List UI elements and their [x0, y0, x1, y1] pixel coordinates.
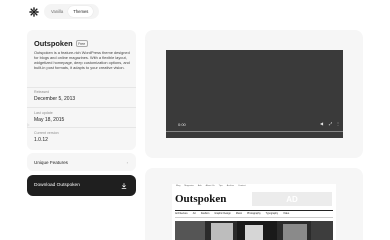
preview-photo — [175, 221, 333, 240]
preview-link: Ads — [197, 185, 202, 187]
preview-categories: Architecture Art Fashion Graphic Design … — [175, 212, 289, 215]
updated-label: Last update — [34, 111, 53, 115]
preview-category: Art — [192, 212, 196, 215]
theme-info-card: Outspoken Free Outspoken is a feature-ri… — [27, 30, 136, 150]
preview-category: Photography — [247, 212, 261, 215]
version-value: 1.0.12 — [34, 137, 48, 143]
video-scrubber[interactable] — [166, 131, 343, 132]
volume-icon[interactable]: ◀ — [320, 121, 323, 126]
preview-link: Tips — [218, 185, 223, 187]
title-row: Outspoken Free — [34, 39, 88, 48]
preview-link: Magazine — [184, 185, 194, 187]
nav-switcher: Vanilla Themes — [44, 4, 99, 19]
preview-brand: Outspoken — [175, 193, 227, 205]
theme-title: Outspoken — [34, 39, 73, 48]
download-button[interactable]: Download Outspoken — [27, 175, 136, 196]
released-value: December 5, 2013 — [34, 96, 76, 102]
free-badge: Free — [75, 40, 88, 47]
divider — [27, 87, 136, 88]
unique-features-toggle[interactable]: Unique Features › — [27, 153, 136, 171]
site-preview: Blog Magazine Ads About Us Tips Archive … — [172, 184, 336, 240]
divider — [27, 107, 136, 108]
video-time: 0:00 — [178, 122, 186, 127]
preview-top-links: Blog Magazine Ads About Us Tips Archive … — [176, 185, 246, 187]
preview-category: Architecture — [175, 212, 188, 215]
download-icon — [121, 182, 127, 189]
nav-item-themes[interactable]: Themes — [68, 6, 94, 17]
preview-link: Blog — [176, 185, 181, 187]
preview-link: About Us — [205, 185, 215, 187]
theme-preview-card: Blog Magazine Ads About Us Tips Archive … — [145, 168, 363, 240]
preview-link: Archive — [226, 185, 235, 187]
video-player[interactable] — [166, 50, 343, 138]
preview-ad-banner: AD — [252, 192, 332, 206]
nav-item-vanilla[interactable]: Vanilla — [46, 6, 68, 17]
preview-category: Video — [283, 212, 290, 215]
unique-features-label: Unique Features — [34, 159, 68, 165]
preview-rule — [175, 210, 333, 211]
preview-category: Graphic Design — [214, 212, 231, 215]
download-label: Download Outspoken — [34, 183, 80, 188]
preview-category: Fashion — [200, 212, 210, 215]
video-card — [145, 30, 363, 158]
updated-value: May 18, 2015 — [34, 117, 65, 123]
preview-category: Music — [235, 212, 243, 215]
chevron-right-icon: › — [126, 159, 128, 165]
version-label: Current version — [34, 131, 59, 135]
preview-rule — [175, 217, 333, 218]
fullscreen-icon[interactable]: ⤢ — [329, 121, 332, 126]
play-icon[interactable] — [27, 123, 30, 127]
theme-description: Outspoken is a feature-rich WordPress th… — [34, 50, 130, 71]
preview-category: Typography — [265, 212, 279, 215]
divider — [27, 127, 136, 128]
released-label: Released — [34, 90, 50, 94]
more-options-icon[interactable]: ⋮ — [336, 121, 340, 126]
logo-icon[interactable] — [29, 7, 39, 17]
preview-link: Contact — [238, 185, 246, 187]
